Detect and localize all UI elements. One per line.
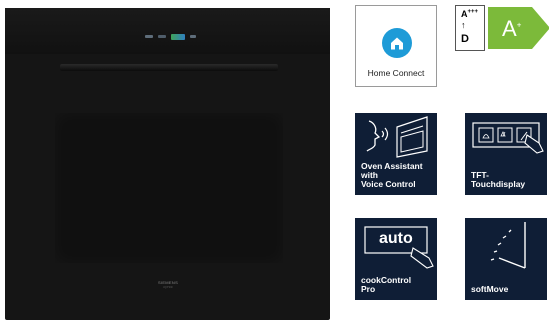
oven-image: SIEMENS iQ700 <box>5 8 330 320</box>
tile-cookcontrol-pro: auto cookControl Pro <box>355 218 437 300</box>
oven-control-panel <box>5 8 330 54</box>
tile-tft-touchdisplay: TFT- Touchdisplay <box>465 113 547 195</box>
tile-label: cookControl Pro <box>361 275 412 294</box>
tile-label: TFT- Touchdisplay <box>471 170 526 189</box>
oven-handle <box>60 64 278 71</box>
tile-label: softMove <box>471 284 509 294</box>
auto-button-text: auto <box>379 230 413 247</box>
tile-oven-assistant: Oven Assistant with Voice Control <box>355 113 437 195</box>
tile-softmove: softMove <box>465 218 547 300</box>
energy-class-badge: A+ <box>488 7 549 49</box>
energy-label: A+++ ↑ D A+ <box>455 5 549 53</box>
oven-door-window <box>55 113 283 263</box>
tile-label: Home Connect <box>367 68 425 78</box>
touch-display-icon <box>472 122 544 154</box>
voice-control-icon <box>366 116 428 158</box>
energy-scale: A+++ ↑ D <box>455 5 485 51</box>
tile-label: Oven Assistant with Voice Control <box>361 161 423 189</box>
tile-home-connect: Home Connect <box>355 5 437 87</box>
soft-move-door-icon <box>490 222 526 269</box>
oven-brand-logo: SIEMENS iQ700 <box>157 280 179 289</box>
oven-display <box>145 32 205 41</box>
home-connect-icon <box>382 28 412 58</box>
